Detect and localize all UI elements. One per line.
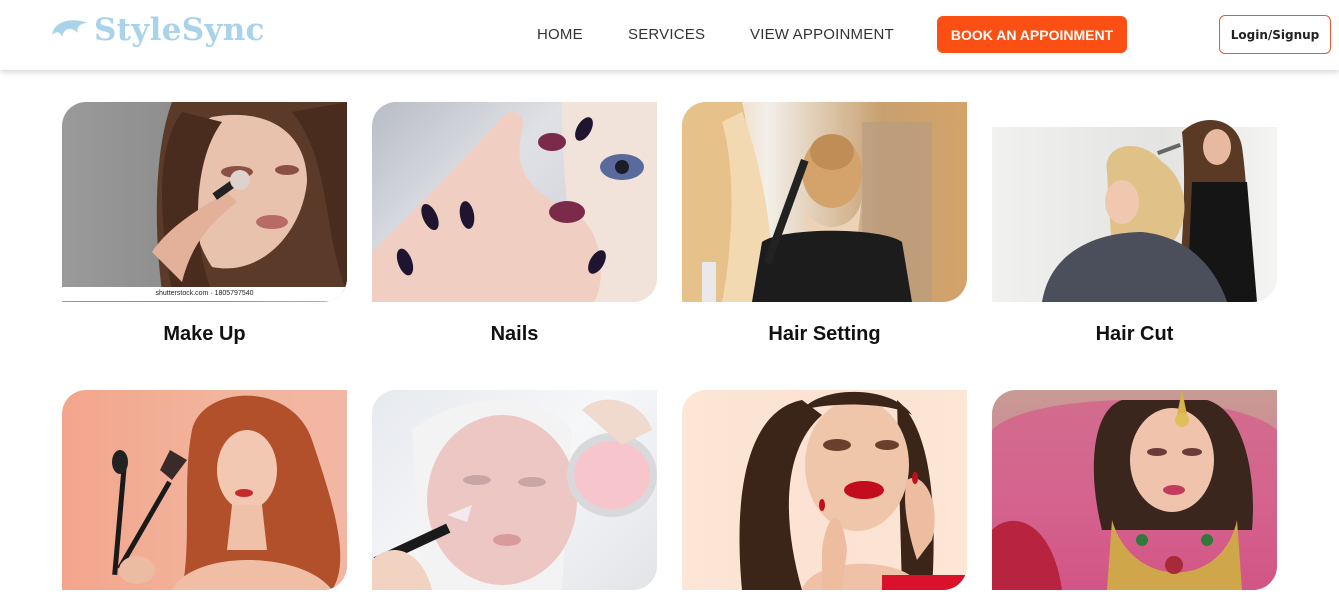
book-appointment-button[interactable]: BOOK AN APPOINMENT	[937, 16, 1127, 53]
navbar: StyleSync HOME SERVICES VIEW APPOINMENT …	[0, 0, 1339, 70]
service-card-7[interactable]	[682, 390, 967, 590]
hair-cut-image	[992, 102, 1277, 302]
facial-treatment-image	[372, 390, 657, 590]
service-card-8[interactable]	[992, 390, 1277, 590]
nails-image	[372, 102, 657, 302]
hair-swoosh-icon	[52, 20, 88, 37]
nav-view-appointment-link[interactable]: VIEW APPOINMENT	[750, 26, 894, 43]
nav-services-link[interactable]: SERVICES	[628, 26, 705, 43]
service-title-hair-setting: Hair Setting	[768, 323, 881, 345]
glam-makeup-image	[682, 390, 967, 590]
service-card-6[interactable]	[372, 390, 657, 590]
service-card-nails[interactable]: Nails	[372, 102, 657, 345]
service-title-make-up: Make Up	[163, 323, 246, 345]
brand-logo[interactable]: StyleSync	[50, 10, 265, 50]
stock-caption: shutterstock.com · 1805797540	[62, 287, 347, 301]
makeup-brushes-image	[62, 390, 347, 590]
service-card-hair-setting[interactable]: Hair Setting	[682, 102, 967, 345]
service-card-hair-cut[interactable]: Hair Cut	[992, 102, 1277, 345]
login-signup-button[interactable]: Login/Signup	[1219, 15, 1331, 54]
service-card-5[interactable]	[62, 390, 347, 590]
make-up-image: shutterstock.com · 1805797540	[62, 102, 347, 302]
services-grid: shutterstock.com · 1805797540 Make Up Na…	[0, 0, 1339, 610]
hair-setting-image	[682, 102, 967, 302]
service-title-hair-cut: Hair Cut	[1095, 323, 1174, 345]
service-card-make-up[interactable]: shutterstock.com · 1805797540 Make Up	[62, 102, 347, 345]
bridal-makeup-image	[992, 390, 1277, 590]
brand-name: StyleSync	[94, 12, 265, 48]
nav-home-link[interactable]: HOME	[537, 26, 583, 43]
service-title-nails: Nails	[490, 323, 539, 345]
